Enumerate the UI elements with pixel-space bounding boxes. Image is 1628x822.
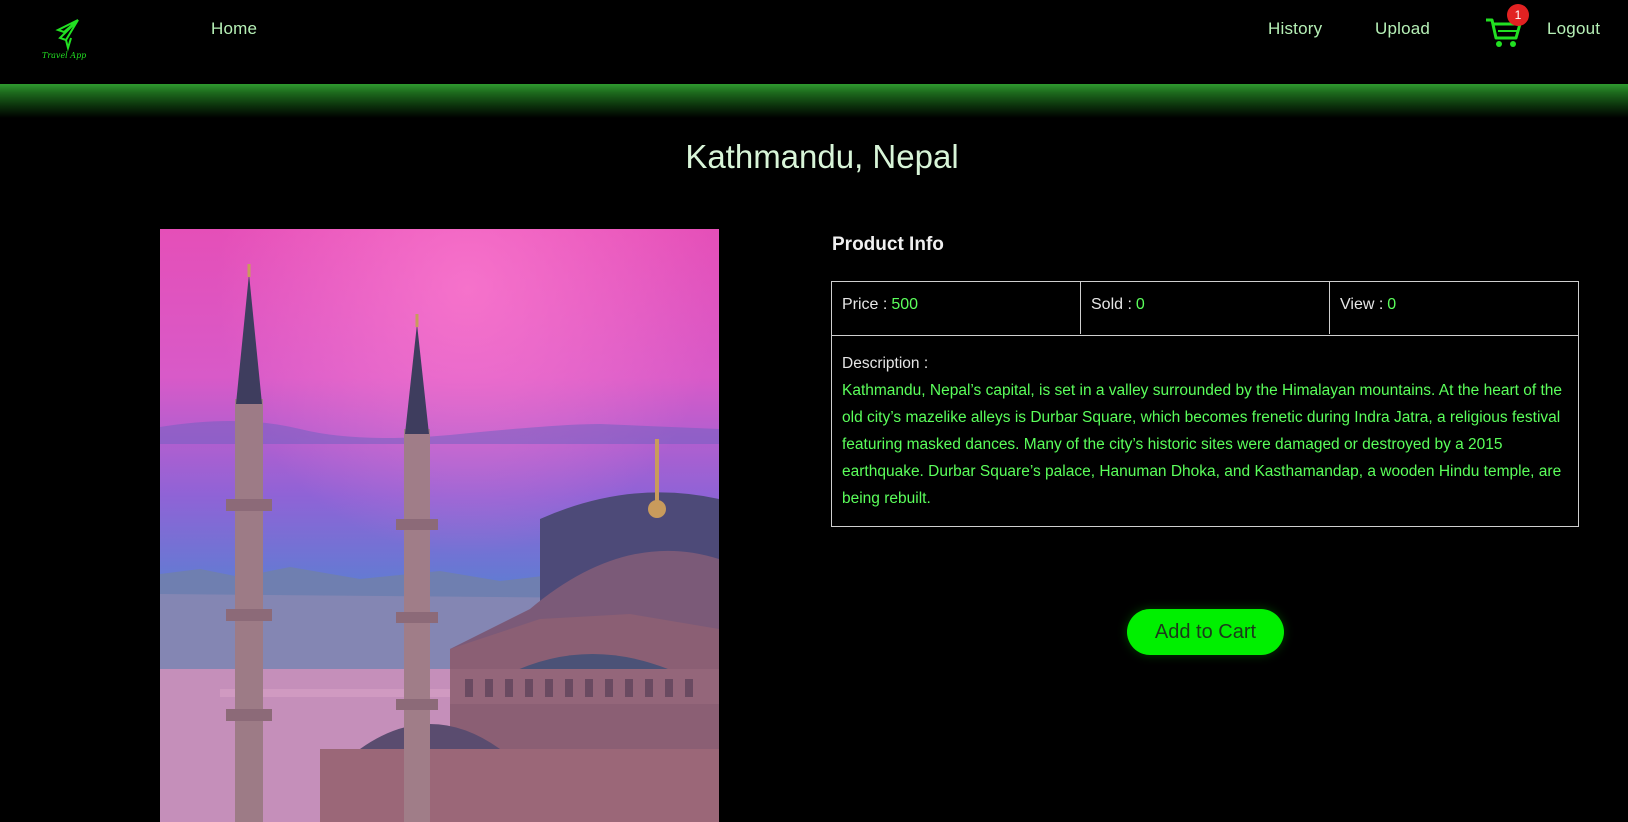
add-to-cart-button[interactable]: Add to Cart <box>1127 609 1284 655</box>
nav-upload-link[interactable]: Upload <box>1375 19 1430 39</box>
description-block: Description : Kathmandu, Nepal’s capital… <box>842 350 1568 512</box>
top-navbar: Travel App Home History Upload 1 Logout <box>0 0 1628 84</box>
page-title: Kathmandu, Nepal <box>685 138 959 175</box>
nav-history-link[interactable]: History <box>1268 19 1322 39</box>
sold-label: Sold : <box>1091 296 1132 313</box>
nav-home-link[interactable]: Home <box>211 19 257 39</box>
view-label: View : <box>1340 296 1384 313</box>
view-cell: View :0 <box>1329 282 1577 334</box>
sold-value: 0 <box>1135 296 1145 313</box>
price-value: 500 <box>891 296 919 313</box>
stats-row: Price :500 Sold :0 View :0 <box>832 282 1578 336</box>
product-image <box>160 229 719 822</box>
description-text: Kathmandu, Nepal’s capital, is set in a … <box>842 382 1563 507</box>
cart-count-badge: 1 <box>1507 4 1529 26</box>
header-glow-divider <box>0 84 1628 118</box>
view-value: 0 <box>1387 296 1397 313</box>
sold-cell: Sold :0 <box>1080 282 1329 334</box>
description-label: Description : <box>842 355 929 372</box>
product-info-table: Price :500 Sold :0 View :0 Description :… <box>831 281 1579 527</box>
price-label: Price : <box>842 296 888 313</box>
product-info-heading: Product Info <box>832 234 944 255</box>
price-cell: Price :500 <box>832 282 1080 334</box>
paper-plane-logo-icon[interactable]: Travel App <box>38 16 94 62</box>
mosque-photo-illustration <box>160 229 719 822</box>
nav-logout-link[interactable]: Logout <box>1547 19 1600 39</box>
logo-text: Travel App <box>42 51 86 60</box>
